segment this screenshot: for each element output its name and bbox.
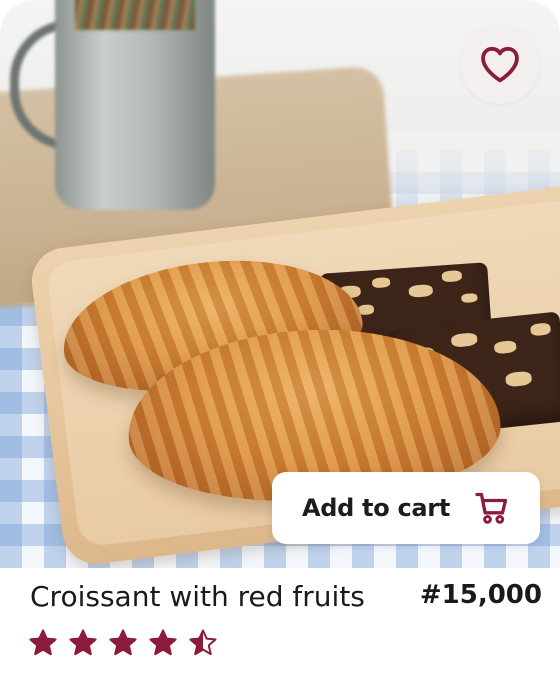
shopping-cart-icon [475,492,508,524]
star-full-icon [149,629,177,656]
add-to-cart-button[interactable]: Add to cart [272,472,540,544]
add-to-cart-label: Add to cart [301,494,451,522]
product-card[interactable]: Add to cart Croissant with red fruits #1… [0,0,560,682]
star-full-icon [29,629,57,656]
star-full-icon [69,629,97,656]
star-half-icon [189,629,217,656]
favorite-button[interactable] [460,24,540,104]
star-rating [28,624,218,660]
product-title: Croissant with red fruits [30,580,365,613]
heart-icon [481,46,519,83]
product-price: #15,000 [419,580,542,610]
metal-jug [55,0,215,210]
star-full-icon [109,629,137,656]
